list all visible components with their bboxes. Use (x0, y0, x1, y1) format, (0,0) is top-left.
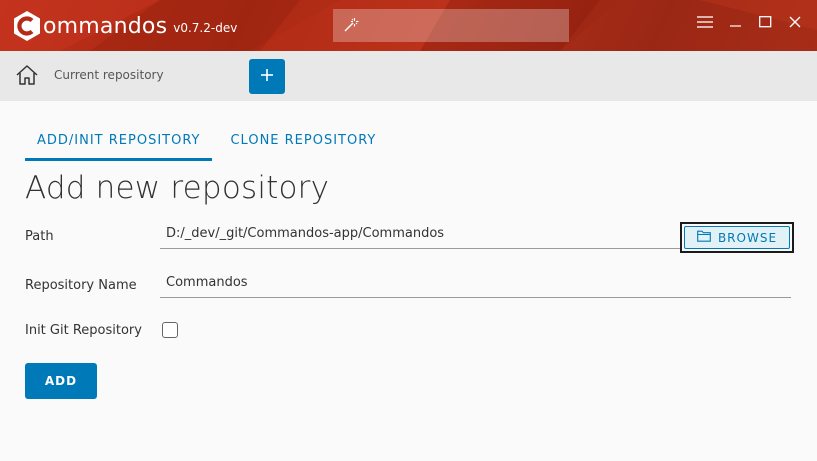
close-icon[interactable] (789, 15, 801, 29)
path-field[interactable]: D:/_dev/_git/Commandos-app/Commandos (160, 225, 682, 249)
browse-button[interactable]: BROWSE (680, 222, 794, 253)
tab-bar: ADD/INIT REPOSITORY CLONE REPOSITORY (25, 125, 388, 161)
app-version: v0.7.2-dev (173, 21, 238, 35)
folder-icon (697, 230, 718, 245)
logo-c-icon (12, 10, 42, 42)
repository-toolbar: Current repository (0, 51, 817, 101)
current-repository-label[interactable]: Current repository (54, 68, 164, 82)
page-title: Add new repository (25, 170, 330, 206)
repository-name-label: Repository Name (25, 278, 137, 293)
app-name: ommandos (43, 13, 168, 39)
maximize-icon[interactable] (759, 15, 772, 29)
magic-wand-icon (343, 17, 359, 37)
path-label: Path (25, 229, 54, 244)
add-button[interactable]: ADD (25, 363, 97, 399)
command-search-input[interactable] (333, 9, 569, 42)
title-bar[interactable]: ommandos v0.7.2-dev (0, 0, 817, 51)
init-git-checkbox[interactable] (162, 322, 178, 338)
init-git-label: Init Git Repository (25, 323, 142, 338)
browse-label: BROWSE (717, 230, 778, 245)
hamburger-menu-icon[interactable] (697, 15, 713, 29)
tab-clone-repository[interactable]: CLONE REPOSITORY (218, 125, 388, 161)
home-icon[interactable] (15, 63, 39, 91)
plus-icon (260, 67, 274, 86)
minimize-icon[interactable] (730, 15, 742, 29)
app-logo: ommandos v0.7.2-dev (12, 9, 237, 43)
repository-name-field[interactable]: Commandos (160, 274, 791, 298)
tab-add-init-repository[interactable]: ADD/INIT REPOSITORY (25, 125, 213, 161)
add-repository-button[interactable] (249, 59, 285, 94)
